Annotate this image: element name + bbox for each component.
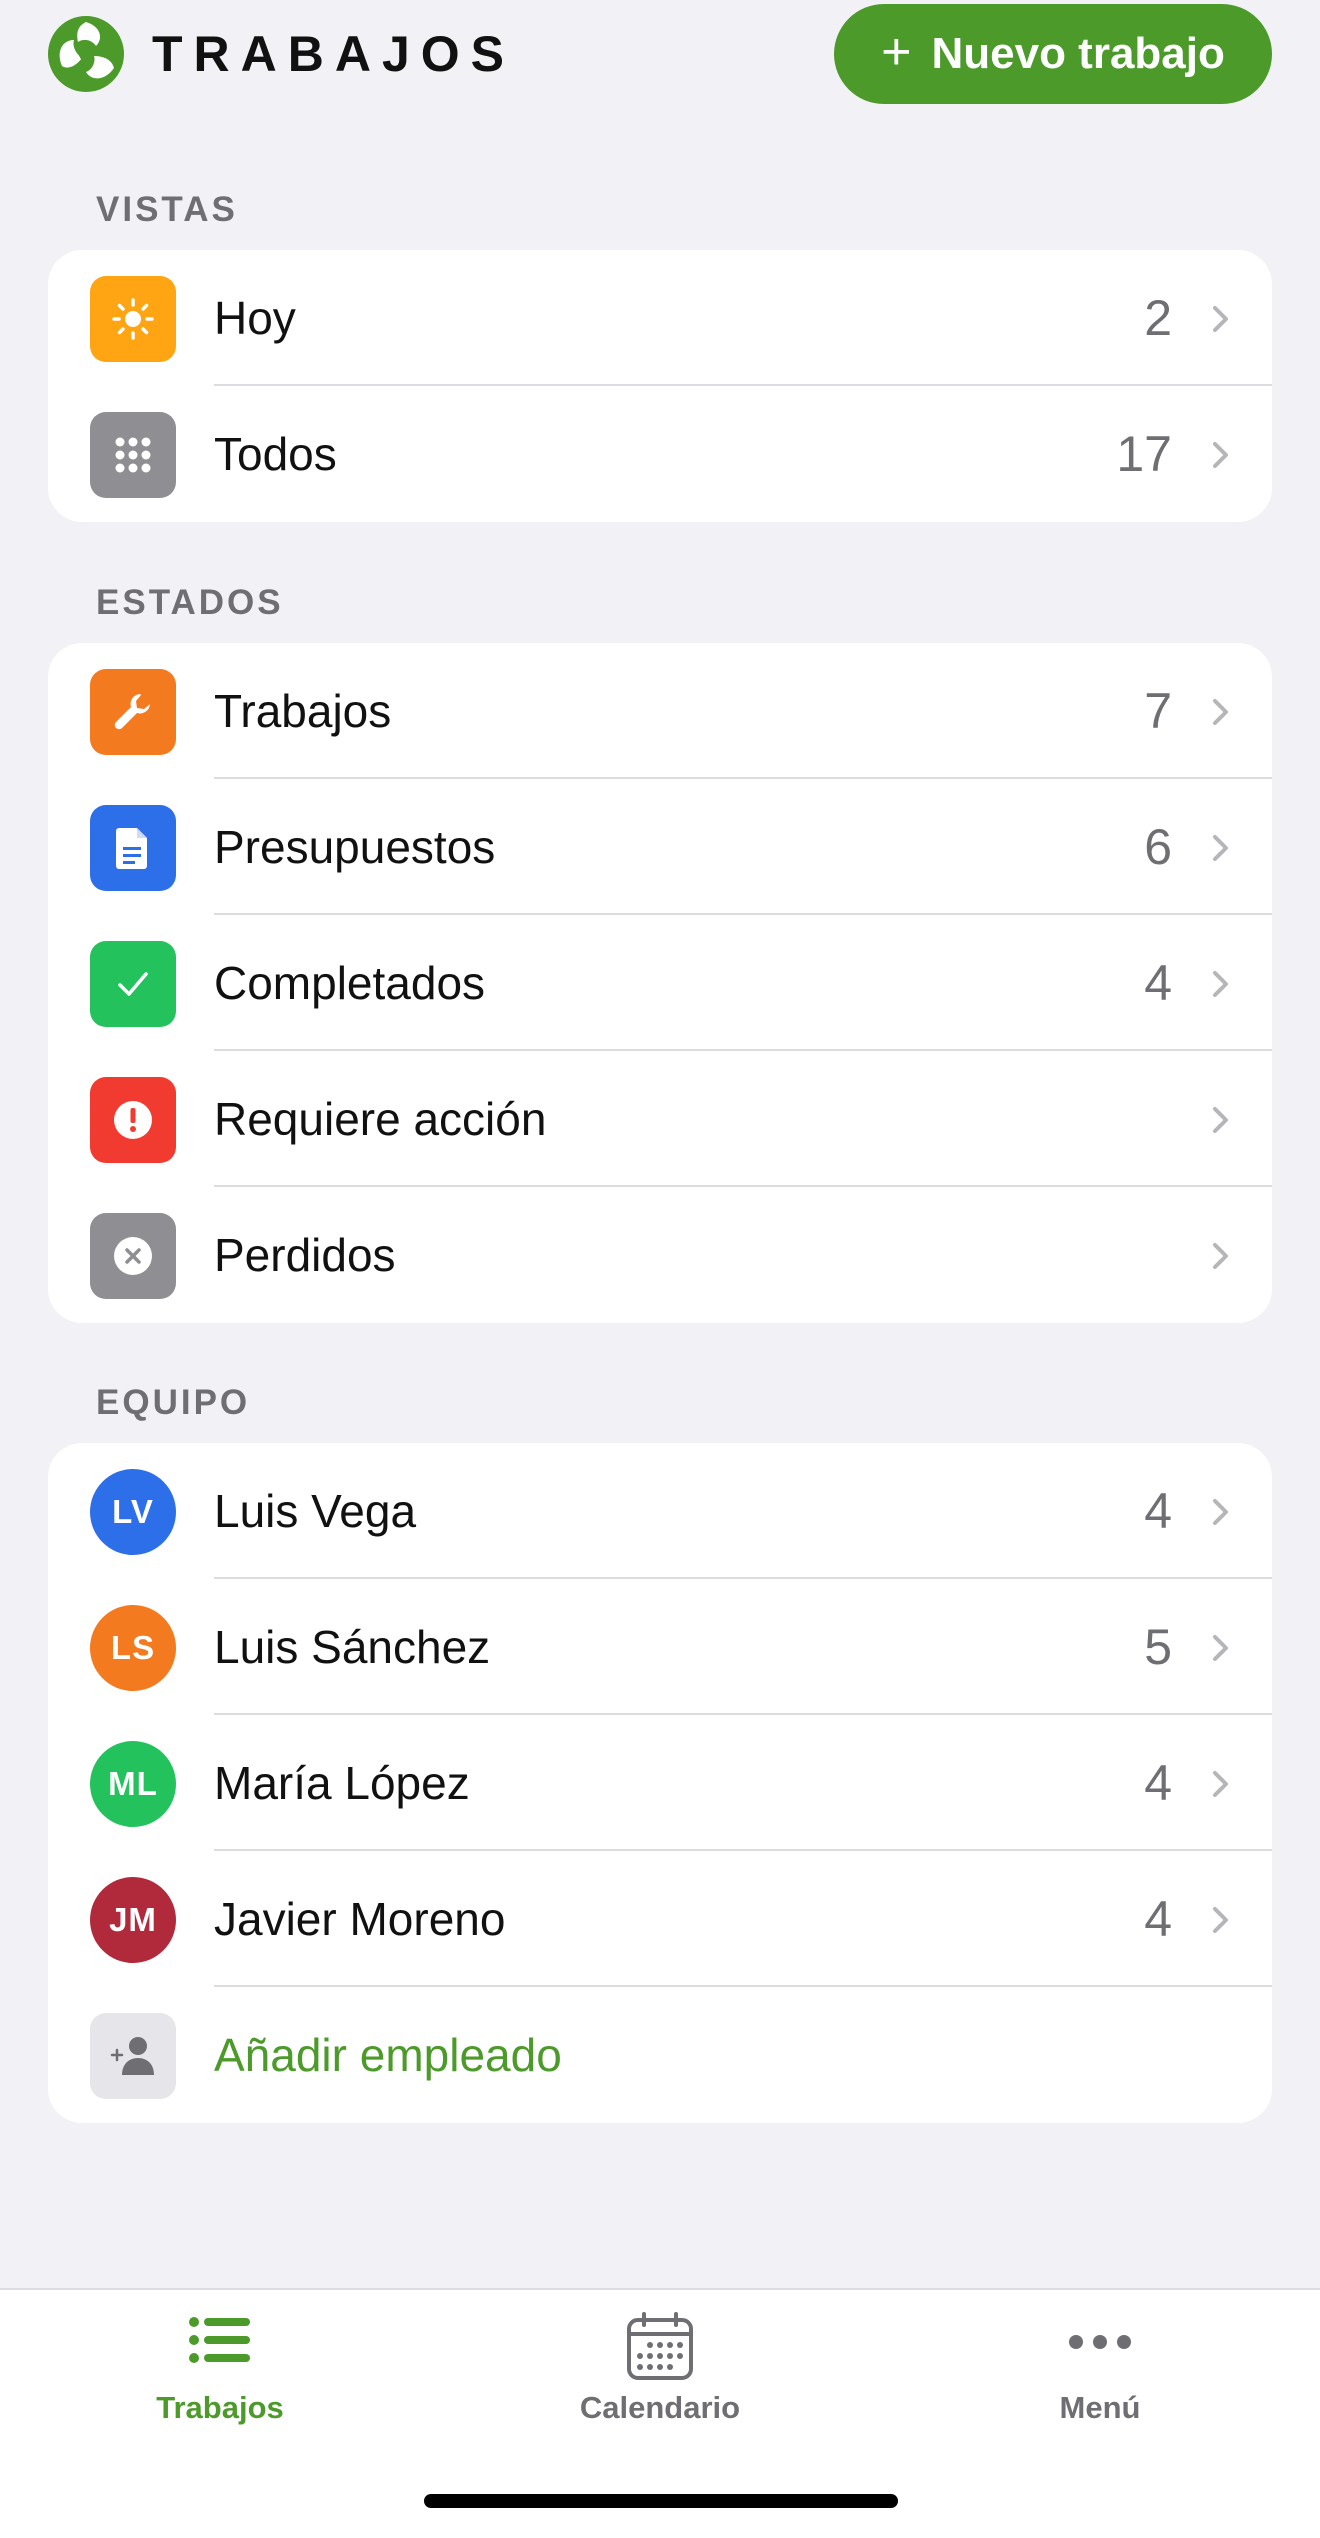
view-item-todos[interactable]: Todos 17 <box>48 386 1272 522</box>
member-count: 4 <box>1144 1891 1172 1947</box>
avatar: LS <box>90 1605 176 1691</box>
chevron-right-icon <box>1213 971 1228 997</box>
chevron-right-icon <box>1213 699 1228 725</box>
team-member-maria-lopez[interactable]: ML María López 4 <box>48 1715 1272 1851</box>
header: TRABAJOS + Nuevo trabajo <box>0 0 1320 110</box>
status-item-requiere-accion[interactable]: Requiere acción <box>48 1051 1272 1187</box>
team-member-javier-moreno[interactable]: JM Javier Moreno 4 <box>48 1851 1272 1987</box>
logo-icon <box>48 16 124 92</box>
checkmark-icon <box>90 941 176 1027</box>
member-count: 4 <box>1144 1755 1172 1811</box>
chevron-right-icon <box>1213 306 1228 332</box>
calendar-icon <box>627 2312 693 2380</box>
alert-icon <box>90 1077 176 1163</box>
plus-icon: + <box>881 23 912 81</box>
new-job-label: Nuevo trabajo <box>931 29 1225 78</box>
status-item-trabajos[interactable]: Trabajos 7 <box>48 643 1272 779</box>
status-label: Completados <box>214 957 486 1009</box>
home-indicator <box>424 2494 898 2508</box>
chevron-right-icon <box>1213 1107 1228 1133</box>
member-name: Luis Sánchez <box>214 1621 491 1673</box>
chevron-right-icon <box>1213 1771 1228 1797</box>
status-count: 7 <box>1144 683 1172 739</box>
team-member-luis-sanchez[interactable]: LS Luis Sánchez 5 <box>48 1579 1272 1715</box>
section-label-estados: ESTADOS <box>96 583 284 622</box>
document-icon <box>90 805 176 891</box>
view-count: 2 <box>1144 290 1172 346</box>
app-title: TRABAJOS <box>152 26 516 82</box>
add-employee-button[interactable]: Añadir empleado <box>48 1987 1272 2123</box>
status-count: 6 <box>1144 819 1172 875</box>
tab-calendario[interactable]: Calendario <box>510 2290 810 2450</box>
wrench-icon <box>90 669 176 755</box>
tab-menu[interactable]: Menú <box>950 2290 1250 2450</box>
more-icon <box>1069 2335 1131 2349</box>
tab-label: Menú <box>1059 2390 1141 2425</box>
view-label: Todos <box>214 428 337 480</box>
team-member-luis-vega[interactable]: LV Luis Vega 4 <box>48 1443 1272 1579</box>
equipo-card: LV Luis Vega 4 LS Luis Sánchez 5 ML Marí… <box>48 1443 1272 2123</box>
section-label-vistas: VISTAS <box>96 190 238 229</box>
add-person-icon <box>90 2013 176 2099</box>
status-item-completados[interactable]: Completados 4 <box>48 915 1272 1051</box>
chevron-right-icon <box>1213 835 1228 861</box>
member-count: 5 <box>1144 1619 1172 1675</box>
sun-icon <box>90 276 176 362</box>
tab-label: Calendario <box>579 2390 741 2425</box>
chevron-right-icon <box>1213 1243 1228 1269</box>
status-label: Presupuestos <box>214 821 496 873</box>
status-label: Perdidos <box>214 1229 396 1281</box>
status-count: 4 <box>1144 955 1172 1011</box>
status-label: Trabajos <box>214 685 392 737</box>
x-circle-icon <box>90 1213 176 1299</box>
view-count: 17 <box>1116 426 1172 482</box>
tab-label: Trabajos <box>156 2390 284 2425</box>
chevron-right-icon <box>1213 1499 1228 1525</box>
status-item-perdidos[interactable]: Perdidos <box>48 1187 1272 1323</box>
chevron-right-icon <box>1213 442 1228 468</box>
avatar: JM <box>90 1877 176 1963</box>
add-employee-label: Añadir empleado <box>214 2029 562 2081</box>
avatar: LV <box>90 1469 176 1555</box>
member-name: Luis Vega <box>214 1485 417 1537</box>
status-label: Requiere acción <box>214 1093 547 1145</box>
view-label: Hoy <box>214 292 296 344</box>
member-count: 4 <box>1144 1483 1172 1539</box>
estados-card: Trabajos 7 Presupuestos 6 Completados 4 <box>48 643 1272 1323</box>
view-item-hoy[interactable]: Hoy 2 <box>48 250 1272 386</box>
status-item-presupuestos[interactable]: Presupuestos 6 <box>48 779 1272 915</box>
section-label-equipo: EQUIPO <box>96 1383 251 1422</box>
vistas-card: Hoy 2 Todos 17 <box>48 250 1272 522</box>
chevron-right-icon <box>1213 1635 1228 1661</box>
new-job-button[interactable]: + Nuevo trabajo <box>834 4 1272 104</box>
avatar: ML <box>90 1741 176 1827</box>
list-icon <box>189 2317 250 2363</box>
chevron-right-icon <box>1213 1907 1228 1933</box>
tab-trabajos[interactable]: Trabajos <box>70 2290 370 2450</box>
member-name: María López <box>214 1757 470 1809</box>
grid-icon <box>90 412 176 498</box>
member-name: Javier Moreno <box>214 1893 506 1945</box>
